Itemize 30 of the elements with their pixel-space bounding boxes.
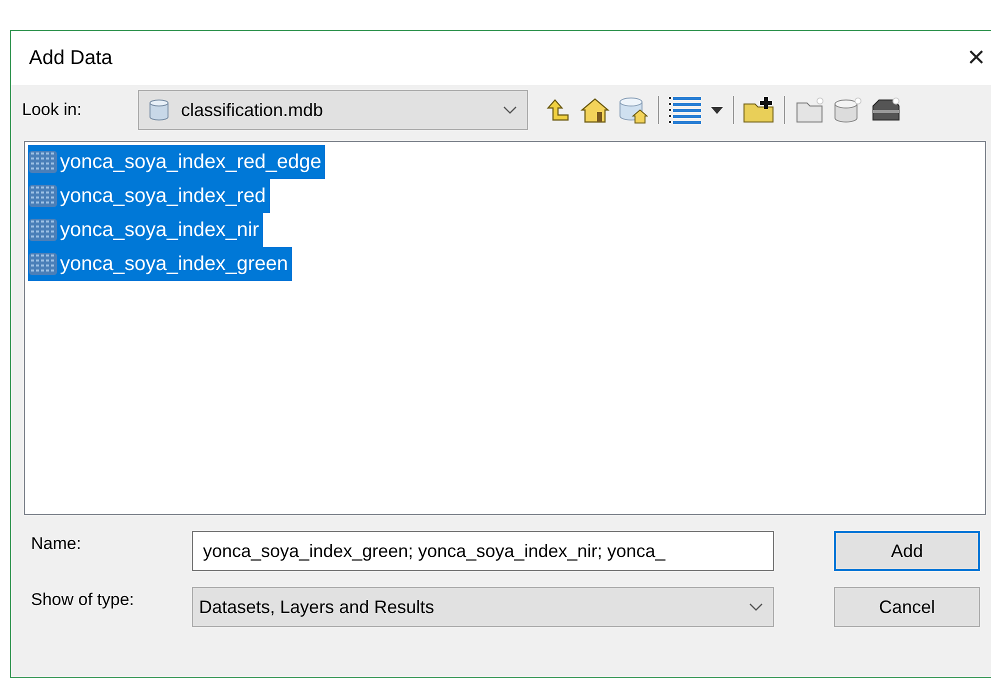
dataset-item[interactable]: yonca_soya_index_red_edge [28,145,326,179]
database-home-icon [618,96,648,124]
raster-dataset-icon [28,251,58,277]
chevron-down-icon [749,603,763,611]
dialog-button[interactable]: Add [834,531,980,571]
table-view-icon [669,95,701,125]
name-field[interactable]: yonca_soya_index_green; yonca_soya_index_nir; yonca_ [192,531,774,571]
type-label: Show of type: [31,589,136,611]
window-title: Add Data [29,46,112,71]
dialog-button[interactable]: Cancel [834,587,980,627]
home-icon [580,96,610,124]
look-in-label: Look in: [22,99,83,122]
new-database-icon [833,96,863,124]
close-button[interactable]: × [967,43,985,73]
look-in-dropdown[interactable]: classification.mdb [138,90,528,130]
folder-plus-icon [743,96,775,124]
chevron-down-icon [503,106,517,114]
caret-icon [711,106,723,114]
dataset-item[interactable]: yonca_soya_index_red [28,179,270,213]
look-in-value: classification.mdb [181,98,324,122]
name-label: Name: [31,533,82,555]
dataset-item[interactable]: yonca_soya_index_nir [28,213,264,247]
up-arrow-icon [544,97,570,123]
database-icon [147,98,171,122]
type-dropdown[interactable]: Datasets, Layers and Results [192,587,774,627]
raster-dataset-icon [28,183,58,209]
new-folder-icon [795,96,825,124]
dataset-item[interactable]: yonca_soya_index_green [28,247,292,281]
raster-dataset-icon [28,217,58,243]
raster-dataset-icon [28,149,58,175]
